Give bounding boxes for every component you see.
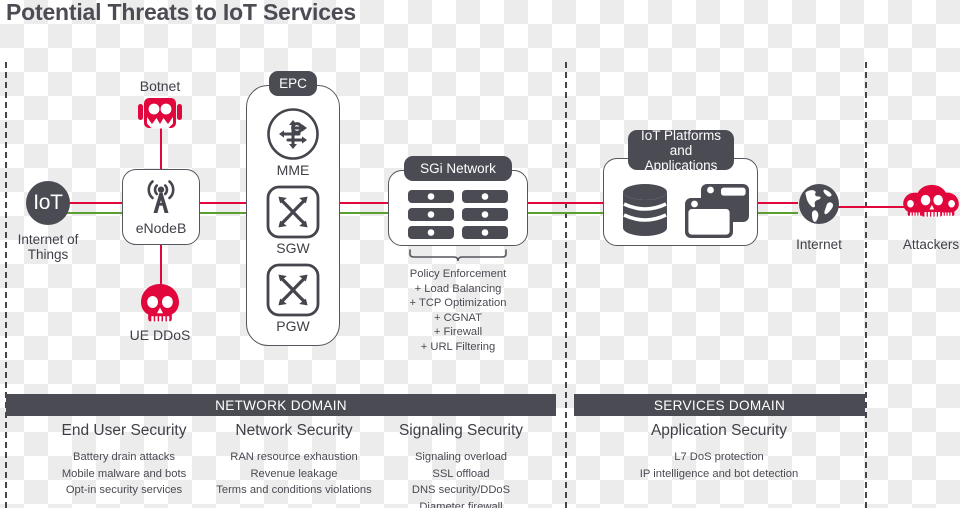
- epc-item-sgw[interactable]: [266, 185, 320, 239]
- column-signaling-security: Signaling Security Signaling overload SS…: [372, 422, 550, 508]
- column-item: Terms and conditions violations: [216, 484, 372, 496]
- link-enodeb-epc-green: [200, 212, 246, 215]
- node-enodeb[interactable]: eNodeB: [122, 169, 200, 245]
- skull-icon: [141, 284, 179, 323]
- node-ue-ddos[interactable]: [139, 283, 181, 325]
- link-epc-sgi-green: [340, 212, 388, 215]
- link-platforms-internet-red: [758, 202, 798, 205]
- sgi-badge: SGi Network: [404, 156, 512, 181]
- column-item: RAN resource exhaustion: [230, 451, 358, 463]
- epc-item-pgw[interactable]: [266, 263, 320, 317]
- cell-tower-icon: [147, 180, 175, 213]
- epc-item-pgw-label: PGW: [276, 318, 310, 334]
- iot-badge-label: IoT: [33, 191, 63, 214]
- middle-boundary-dashed-line: [565, 62, 567, 508]
- sgi-brace: [408, 249, 508, 265]
- policy-item: + Firewall: [433, 326, 483, 339]
- column-item: Battery drain attacks: [73, 451, 175, 463]
- right-boundary-dashed-line: [865, 62, 867, 508]
- link-iot-enodeb-green: [62, 212, 124, 215]
- column-item: SSL offload: [432, 467, 490, 480]
- link-epc-sgi-red: [340, 202, 388, 205]
- enodeb-label: eNodeB: [135, 220, 187, 236]
- epc-item-mme[interactable]: [266, 107, 320, 161]
- curly-brace-icon: [409, 249, 507, 262]
- column-heading: Application Security: [650, 422, 788, 439]
- column-item: Diameter firewall: [419, 500, 503, 508]
- link-sgi-platforms-red: [527, 202, 603, 205]
- column-item: IP intelligence and bot detection: [639, 467, 799, 480]
- left-boundary-dashed-line: [5, 62, 7, 508]
- column-item: Revenue leakage: [250, 467, 338, 480]
- node-attackers[interactable]: [902, 184, 960, 228]
- policy-item: + URL Filtering: [420, 340, 496, 353]
- column-item: DNS security/DDoS: [411, 484, 511, 496]
- node-botnet[interactable]: [136, 96, 184, 132]
- network-domain-bar: NETWORK DOMAIN: [6, 394, 556, 416]
- iot-caption: Internet of Things: [17, 232, 79, 262]
- column-heading: End User Security: [61, 422, 187, 439]
- link-enodeb-ueddos-red: [160, 245, 163, 286]
- link-internet-attackers-red: [838, 206, 910, 209]
- page-title: Potential Threats to IoT Services: [6, 0, 357, 25]
- node-internet[interactable]: [798, 183, 840, 225]
- switch-icon: [266, 185, 320, 239]
- switch-icon: [266, 263, 320, 317]
- router-circle-icon: [267, 108, 319, 160]
- column-heading: Network Security: [235, 422, 353, 439]
- policy-item: Policy Enforcement: [409, 268, 507, 280]
- policy-item: + TCP Optimization: [409, 297, 507, 310]
- link-enodeb-epc-red: [200, 202, 246, 205]
- internet-caption: Internet: [796, 237, 842, 252]
- column-heading: Signaling Security: [398, 422, 524, 439]
- policy-item: + Load Balancing: [414, 282, 502, 295]
- globe-icon: [799, 184, 839, 224]
- services-domain-bar: SERVICES DOMAIN: [574, 394, 865, 416]
- node-iot[interactable]: IoT: [26, 181, 70, 225]
- iot-platforms-badge: IoT Platforms and Applications: [628, 128, 734, 173]
- iot-circle: IoT: [26, 181, 70, 225]
- link-iot-enodeb-red: [62, 202, 124, 205]
- ue-ddos-label: UE DDoS: [129, 327, 191, 343]
- policy-list: Policy Enforcement + Load Balancing + TC…: [383, 267, 533, 355]
- windows-icon: [685, 184, 749, 238]
- link-sgi-platforms-green: [527, 212, 603, 215]
- link-botnet-enodeb-red: [160, 128, 163, 170]
- column-item: Signaling overload: [414, 451, 508, 463]
- column-network-security: Network Security RAN resource exhaustion…: [194, 422, 394, 499]
- column-application-security: Application Security L7 DoS protection I…: [594, 422, 844, 482]
- column-item: Mobile malware and bots: [61, 467, 187, 480]
- column-end-user-security: End User Security Battery drain attacks …: [29, 422, 219, 499]
- diagram-canvas: Potential Threats to IoT Services IoT In…: [0, 0, 960, 508]
- server-rack-icon: [408, 190, 508, 239]
- sgi-server-rack: [408, 190, 508, 240]
- epc-item-mme-label: MME: [276, 162, 310, 178]
- botnet-label: Botnet: [139, 78, 181, 94]
- database-icon: [623, 184, 667, 236]
- epc-badge: EPC: [269, 71, 317, 96]
- link-platforms-internet-green: [758, 212, 798, 215]
- column-item: Opt-in security services: [65, 484, 183, 496]
- epc-item-sgw-label: SGW: [276, 240, 310, 256]
- skulls-icon: [903, 184, 959, 218]
- attackers-caption: Attackers: [902, 237, 960, 252]
- column-item: L7 DoS protection: [674, 451, 764, 463]
- policy-item: + CGNAT: [434, 311, 482, 324]
- robot-icon: [138, 98, 182, 129]
